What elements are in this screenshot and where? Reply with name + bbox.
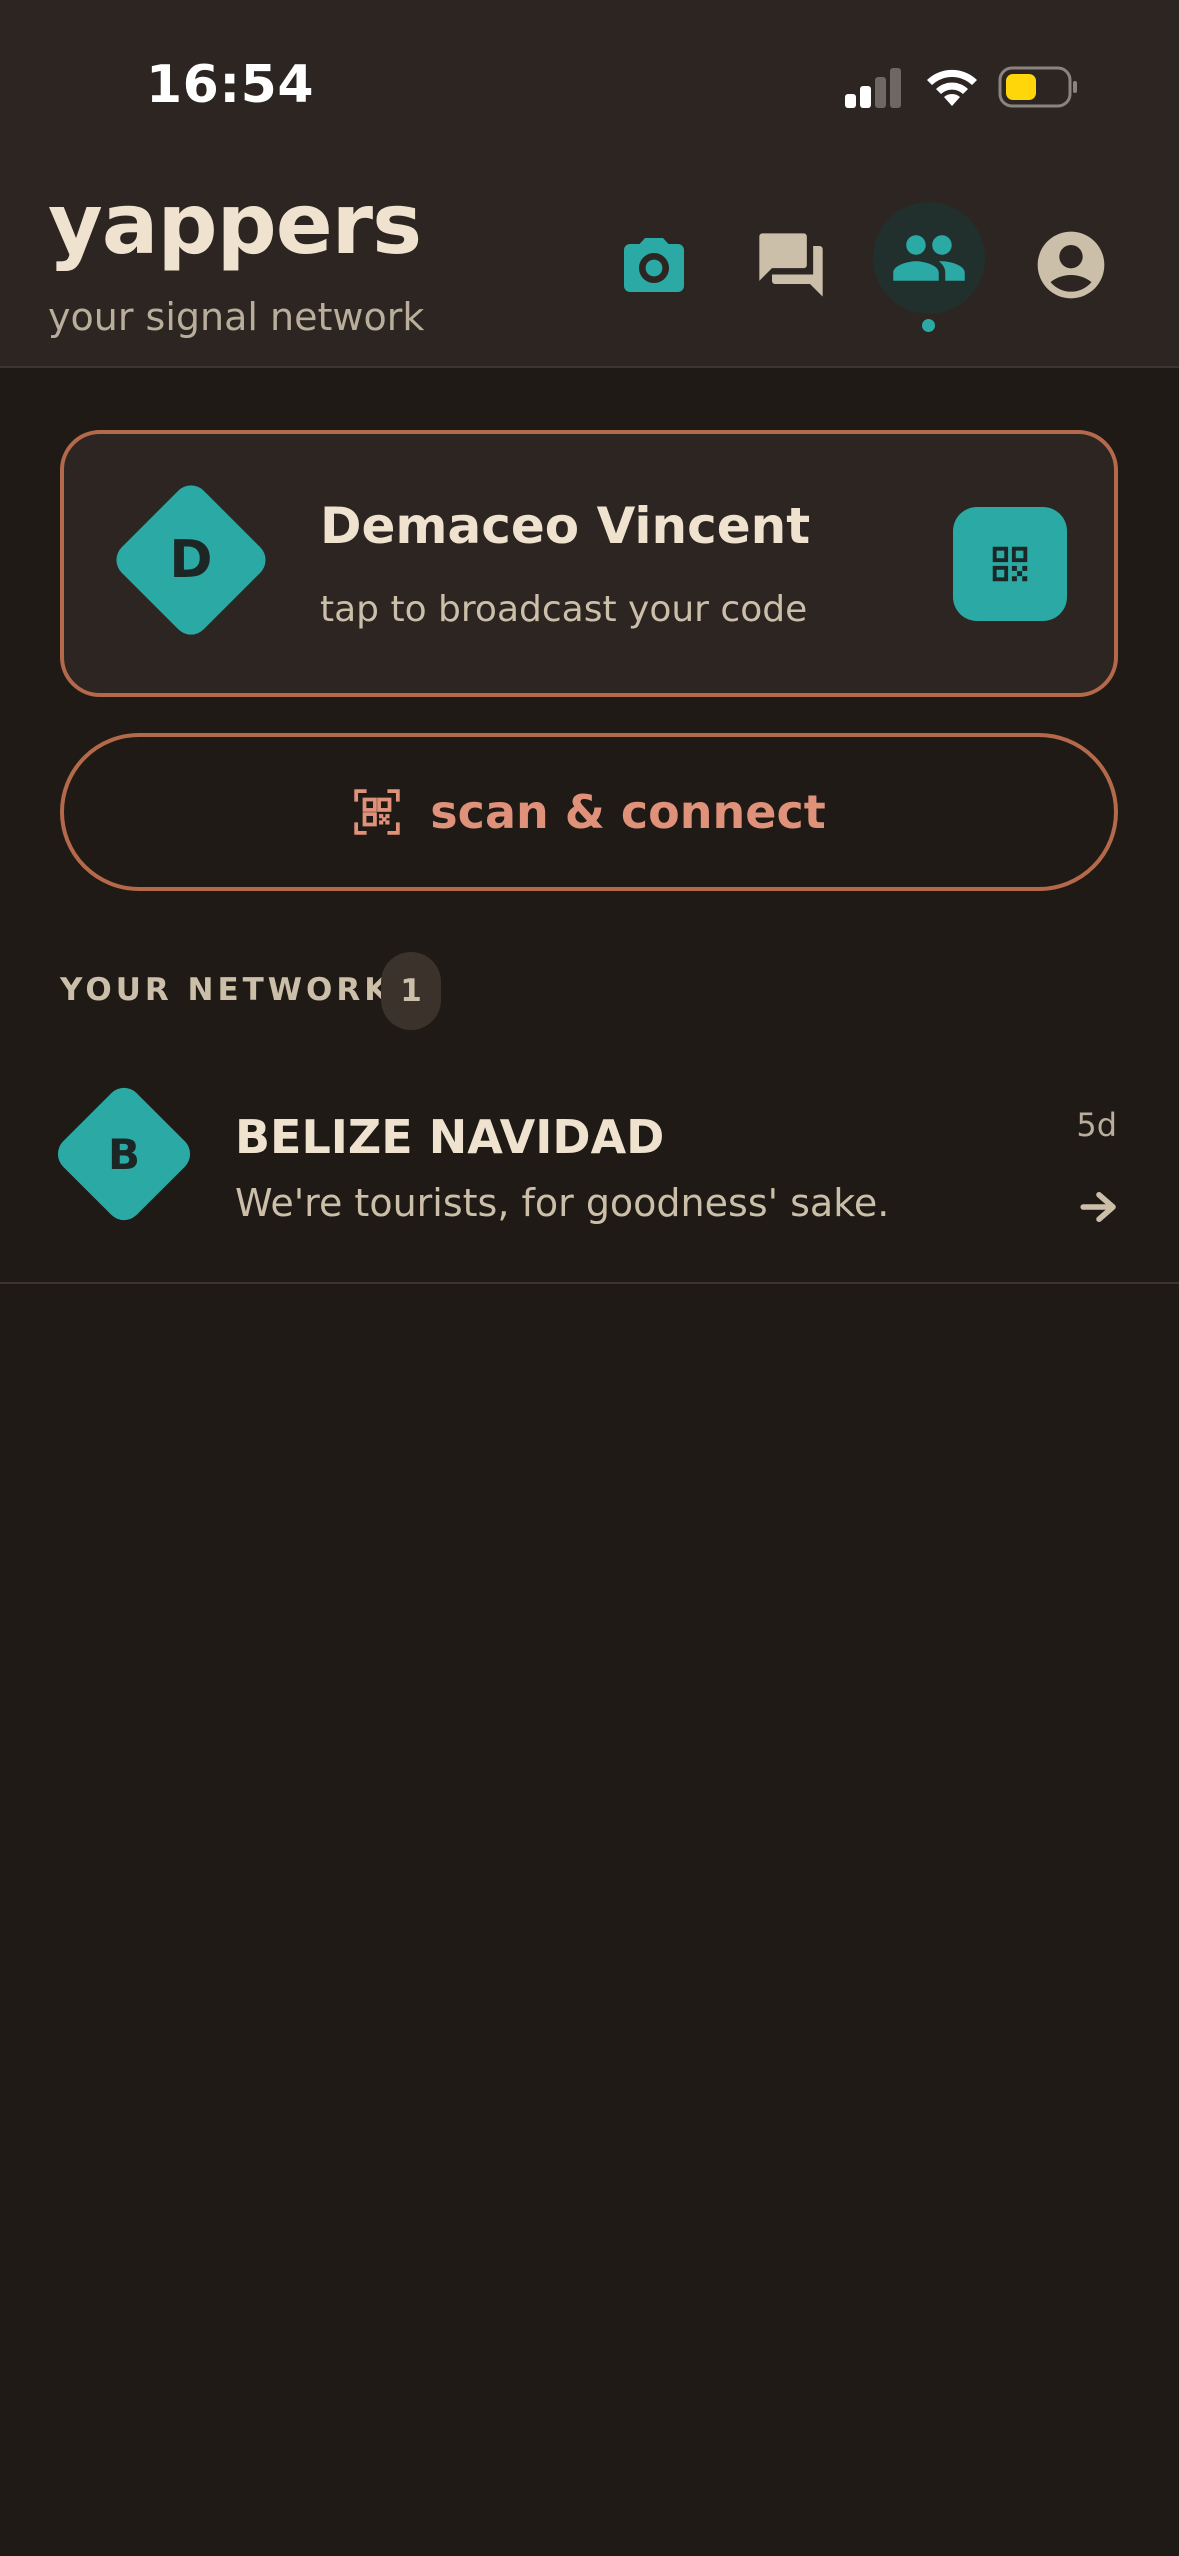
account-icon xyxy=(1037,231,1105,299)
account-nav-button[interactable] xyxy=(1015,209,1127,321)
arrow-right-icon[interactable] xyxy=(1078,1186,1120,1228)
network-section-title: YOUR NETWORK xyxy=(60,972,393,1008)
app-header: 16:54 yappers your signal network xyxy=(0,0,1179,368)
chat-icon xyxy=(759,233,823,297)
qr-scan-icon xyxy=(354,789,401,835)
people-icon xyxy=(893,235,965,281)
camera-nav-button[interactable] xyxy=(598,209,710,321)
show-qr-button[interactable] xyxy=(953,507,1067,621)
scan-connect-button[interactable]: scan & connect xyxy=(60,733,1118,891)
people-nav-button[interactable] xyxy=(873,202,985,314)
cellular-signal-icon xyxy=(845,66,905,108)
camera-icon xyxy=(624,238,684,292)
app-title: yappers xyxy=(48,175,422,273)
my-name: Demaceo Vincent xyxy=(320,497,811,555)
battery-icon xyxy=(998,66,1077,108)
contact-name: BELIZE NAVIDAD xyxy=(235,1110,665,1164)
qr-code-icon xyxy=(992,546,1028,582)
network-count-badge: 1 xyxy=(381,952,441,1030)
chat-nav-button[interactable] xyxy=(735,209,847,321)
status-time: 16:54 xyxy=(146,55,315,115)
active-nav-indicator xyxy=(922,319,935,332)
broadcast-hint: tap to broadcast your code xyxy=(320,589,808,630)
contact-status: We're tourists, for goodness' sake. xyxy=(235,1181,890,1225)
avatar-letter: D xyxy=(169,530,213,590)
contact-last-seen: 5d xyxy=(1076,1106,1117,1144)
my-profile-card[interactable]: D Demaceo Vincent tap to broadcast your … xyxy=(60,430,1118,697)
app-subtitle: your signal network xyxy=(48,295,425,339)
wifi-icon xyxy=(927,69,977,106)
scan-connect-label: scan & connect xyxy=(430,785,826,839)
contact-avatar-letter: B xyxy=(107,1129,140,1179)
contact-list-item[interactable]: B BELIZE NAVIDAD We're tourists, for goo… xyxy=(0,1070,1179,1284)
